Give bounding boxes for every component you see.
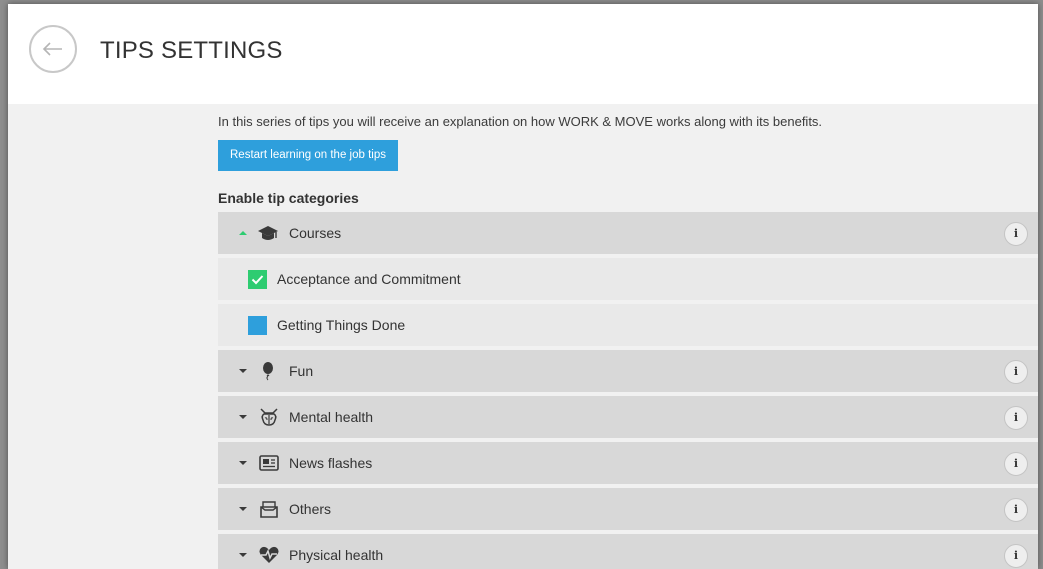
category-row-others[interactable]: Others i	[218, 488, 1038, 530]
info-button[interactable]: i	[1004, 360, 1028, 384]
newspaper-icon	[258, 442, 280, 484]
page-title: TIPS SETTINGS	[100, 37, 283, 64]
section-title: Enable tip categories	[218, 190, 359, 206]
intro-text: In this series of tips you will receive …	[218, 114, 823, 129]
category-label: Mental health	[289, 409, 374, 425]
info-button[interactable]: i	[1004, 222, 1028, 246]
caret-down-icon[interactable]	[239, 396, 247, 438]
brain-icon	[258, 396, 280, 438]
category-row-physical-health[interactable]: Physical health i	[218, 534, 1038, 569]
info-button[interactable]: i	[1004, 452, 1028, 476]
category-row-news-flashes[interactable]: News flashes i	[218, 442, 1038, 484]
category-row-fun[interactable]: Fun i	[218, 350, 1038, 392]
check-icon	[251, 275, 264, 285]
checkbox-checked[interactable]	[248, 270, 267, 289]
caret-down-icon[interactable]	[239, 534, 247, 569]
page-header: TIPS SETTINGS	[8, 4, 1038, 104]
tip-item-label: Getting Things Done	[277, 317, 406, 333]
checkbox-unchecked[interactable]	[248, 316, 267, 335]
back-button[interactable]	[29, 25, 77, 73]
category-label: Physical health	[289, 547, 384, 563]
caret-up-icon[interactable]	[239, 212, 247, 254]
heartbeat-icon	[258, 534, 280, 569]
graduation-cap-icon	[258, 212, 278, 254]
tips-settings-window: TIPS SETTINGS In this series of tips you…	[8, 4, 1038, 569]
caret-down-icon[interactable]	[239, 350, 247, 392]
inbox-icon	[258, 488, 280, 530]
info-button[interactable]: i	[1004, 544, 1028, 568]
tip-item-acceptance[interactable]: Acceptance and Commitment	[218, 258, 1038, 300]
category-label: Others	[289, 501, 332, 517]
balloon-icon	[258, 350, 278, 392]
category-label: Fun	[289, 363, 314, 379]
category-label: News flashes	[289, 455, 373, 471]
tip-item-label: Acceptance and Commitment	[277, 271, 461, 287]
caret-down-icon[interactable]	[239, 442, 247, 484]
category-row-courses[interactable]: Courses i	[218, 212, 1038, 254]
restart-tips-button[interactable]: Restart learning on the job tips	[218, 140, 398, 171]
category-label: Courses	[289, 225, 342, 241]
tip-item-getting-things-done[interactable]: Getting Things Done	[218, 304, 1038, 346]
category-row-mental-health[interactable]: Mental health i	[218, 396, 1038, 438]
category-list: Courses i Acceptance and Commitment Gett…	[218, 212, 1038, 569]
info-button[interactable]: i	[1004, 406, 1028, 430]
info-button[interactable]: i	[1004, 498, 1028, 522]
arrow-left-icon	[42, 42, 62, 56]
caret-down-icon[interactable]	[239, 488, 247, 530]
